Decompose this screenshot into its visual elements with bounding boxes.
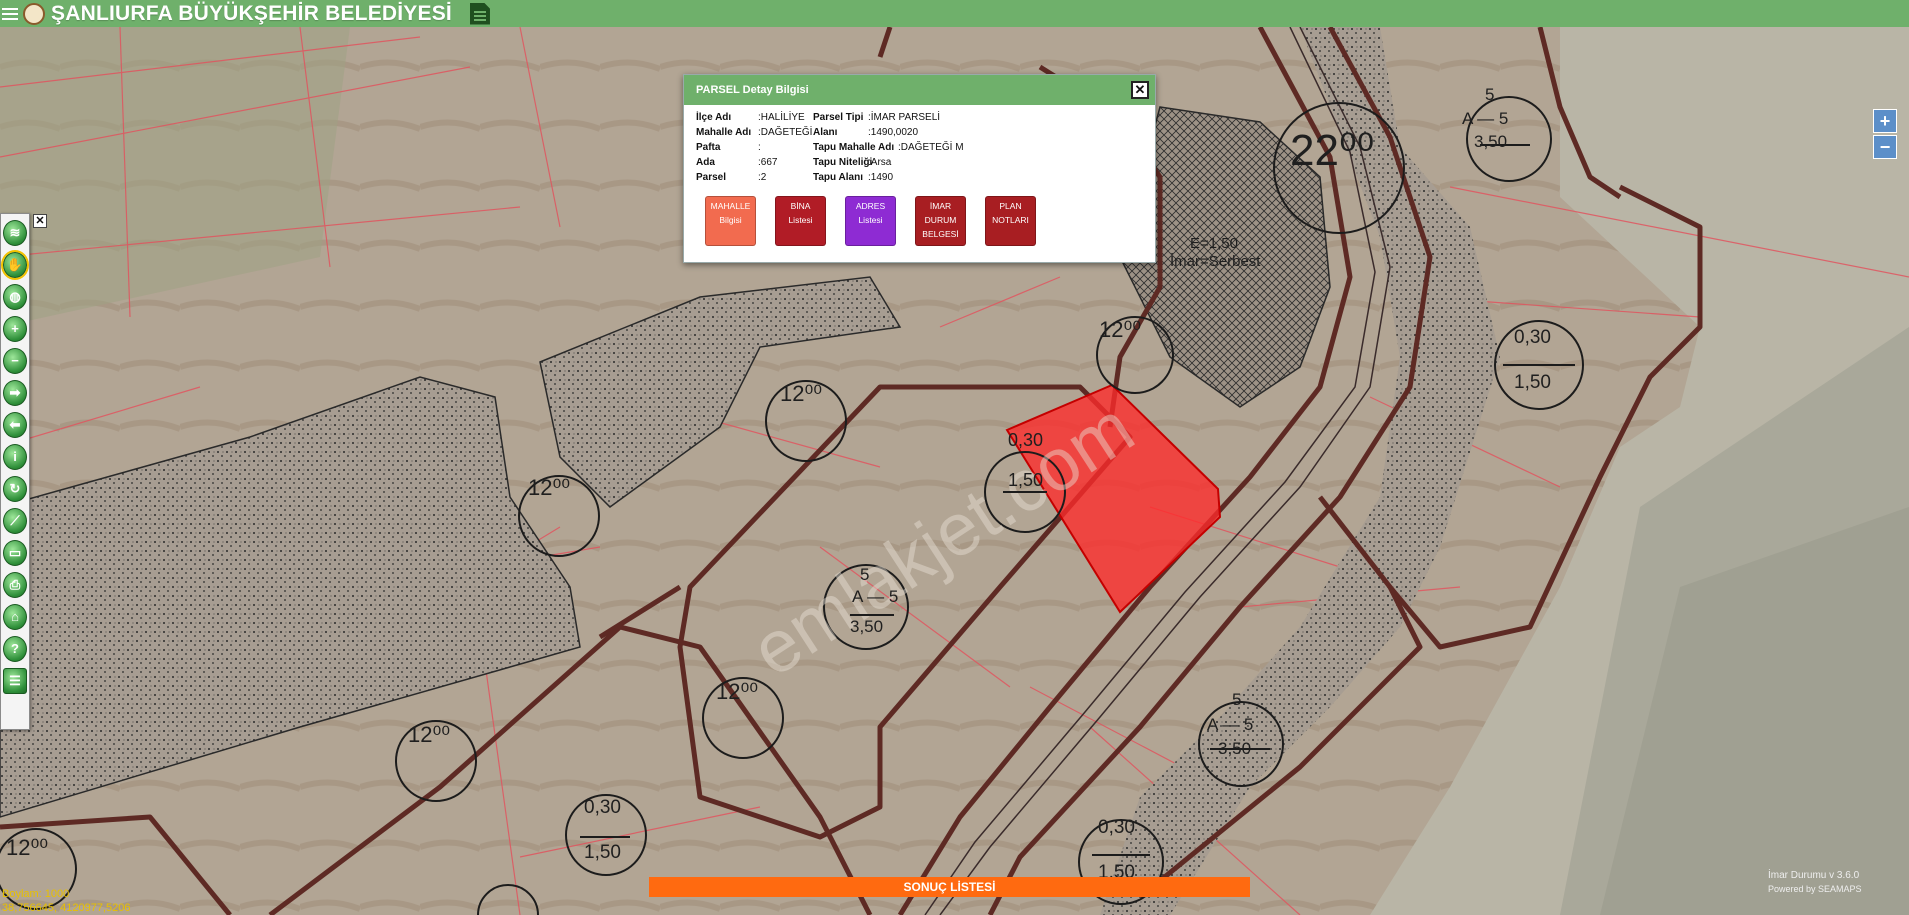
height-label: 12⁰⁰ bbox=[528, 475, 571, 500]
ratio-bottom: 1,50 bbox=[1514, 372, 1551, 393]
powered-label: Powered by SEAMAPS bbox=[1768, 884, 1862, 894]
measure-icon[interactable]: ⟋ bbox=[3, 508, 27, 534]
municipality-logo bbox=[23, 2, 45, 25]
button-label: DURUM bbox=[924, 215, 957, 225]
sonuc-listesi-button[interactable]: SONUÇ LİSTESİ bbox=[649, 877, 1250, 897]
ratio-top: 0,30 bbox=[1514, 327, 1551, 348]
button-label: MAHALLE bbox=[710, 201, 751, 211]
print-icon[interactable]: ⎙ bbox=[3, 572, 27, 598]
field-value: :İMAR PARSELİ bbox=[868, 112, 941, 123]
list-icon[interactable]: ☰ bbox=[3, 668, 27, 694]
popup-header: PARSEL Detay Bilgisi ✕ bbox=[684, 75, 1155, 105]
field-label: Tapu Alanı bbox=[813, 172, 863, 183]
close-icon[interactable]: ✕ bbox=[1131, 81, 1149, 99]
area-icon[interactable]: ▭ bbox=[3, 540, 27, 566]
floor-bottom: 3,50 bbox=[1218, 739, 1252, 758]
ratio-bottom: 1,50 bbox=[1008, 470, 1044, 490]
button-label: PLAN bbox=[999, 201, 1022, 211]
forward-icon[interactable]: ➡ bbox=[3, 380, 27, 406]
field-value: :HALİLİYE bbox=[758, 112, 805, 123]
back-icon[interactable]: ⬅ bbox=[3, 412, 27, 438]
floor-bottom: 3,50 bbox=[850, 617, 884, 636]
field-value: :DAĞETEĞİ M bbox=[898, 142, 964, 153]
height-label: 12⁰⁰ bbox=[6, 835, 49, 860]
tool-panel: ✕ ≋ ✋ ◍ + − ➡ ⬅ i ↻ ⟋ ▭ ⎙ ⌂ ? ☰ bbox=[0, 213, 47, 730]
zoom-control: + − bbox=[1873, 109, 1897, 159]
app-header: ŞANLIURFA BÜYÜKŞEHİR BELEDİYESİ bbox=[0, 0, 1909, 27]
ratio-top: 0,30 bbox=[1098, 817, 1135, 838]
version-label: İmar Durumu v 3.6.0 bbox=[1768, 870, 1860, 881]
height-label: 12⁰⁰ bbox=[1099, 317, 1142, 342]
button-label: Listesi bbox=[858, 215, 883, 225]
imar-durum-belgesi-button[interactable]: İMAR DURUM BELGESİ bbox=[915, 196, 966, 246]
document-icon[interactable] bbox=[469, 2, 490, 25]
ratio-top: 0,30 bbox=[1008, 430, 1044, 450]
plan-notlari-button[interactable]: PLAN NOTLARI bbox=[985, 196, 1036, 246]
button-label: BİNA bbox=[790, 201, 811, 211]
floor-top: 5 bbox=[860, 565, 870, 584]
button-label: NOTLARI bbox=[992, 215, 1029, 225]
layers-icon[interactable]: ≋ bbox=[3, 220, 27, 246]
button-label: İMAR bbox=[929, 201, 952, 211]
field-label: Tapu Niteliği bbox=[813, 157, 873, 168]
floor-bottom: 3,50 bbox=[1474, 132, 1508, 151]
location-icon[interactable]: ⌂ bbox=[3, 604, 27, 630]
field-value: :1490,0020 bbox=[868, 127, 919, 138]
floor-top: 5 bbox=[1485, 85, 1495, 104]
button-label: BELGESİ bbox=[922, 229, 959, 239]
floor-mid: A — 5 bbox=[852, 587, 899, 606]
popup-title: PARSEL Detay Bilgisi bbox=[696, 84, 809, 96]
field-label: Pafta bbox=[696, 142, 721, 153]
floor-mid: A — 5 bbox=[1207, 715, 1254, 734]
field-label: İlçe Adı bbox=[696, 112, 732, 123]
bina-listesi-button[interactable]: BİNA Listesi bbox=[775, 196, 826, 246]
zoom-in-icon[interactable]: + bbox=[3, 316, 27, 342]
field-label: Parsel bbox=[696, 172, 727, 183]
info-icon[interactable]: i bbox=[3, 444, 27, 470]
field-value: :DAĞETEĞİ bbox=[758, 127, 813, 138]
button-label: ADRES bbox=[855, 201, 886, 211]
zoom-out-button[interactable]: − bbox=[1873, 135, 1897, 159]
coordinate-readout: Boylam: 1000 bbox=[2, 888, 70, 900]
field-label: Parsel Tipi bbox=[813, 112, 864, 123]
floor-top: 5 bbox=[1232, 690, 1242, 709]
button-label: Listesi bbox=[788, 215, 813, 225]
globe-icon[interactable]: ◍ bbox=[3, 284, 27, 310]
emsal-label: E=1,50 bbox=[1190, 235, 1238, 252]
close-icon[interactable]: ✕ bbox=[33, 214, 47, 228]
height-label: 12⁰⁰ bbox=[408, 722, 451, 747]
imar-label: İmar=Serbest bbox=[1170, 253, 1261, 270]
menu-icon[interactable] bbox=[2, 7, 18, 20]
refresh-icon[interactable]: ↻ bbox=[3, 476, 27, 502]
height-label: 12⁰⁰ bbox=[716, 679, 759, 704]
pan-hand-icon[interactable]: ✋ bbox=[1, 250, 29, 280]
field-value: :2 bbox=[758, 172, 767, 183]
zoom-out-icon[interactable]: − bbox=[3, 348, 27, 374]
help-icon[interactable]: ? bbox=[3, 636, 27, 662]
field-value: : bbox=[758, 142, 761, 153]
field-value: :Arsa bbox=[868, 157, 892, 168]
coordinate-readout: 38,756645, 4120977,5206 bbox=[2, 902, 131, 914]
app-title: ŞANLIURFA BÜYÜKŞEHİR BELEDİYESİ bbox=[51, 1, 452, 25]
field-label: Ada bbox=[696, 157, 715, 168]
adres-listesi-button[interactable]: ADRES Listesi bbox=[845, 196, 896, 246]
zoom-in-button[interactable]: + bbox=[1873, 109, 1897, 133]
field-value: :667 bbox=[758, 157, 778, 168]
ratio-top: 0,30 bbox=[584, 797, 621, 818]
ratio-bottom: 1,50 bbox=[584, 842, 621, 863]
button-label: Bilgisi bbox=[719, 215, 742, 225]
mahalle-bilgisi-button[interactable]: MAHALLE Bilgisi bbox=[705, 196, 756, 246]
field-label: Alanı bbox=[813, 127, 838, 138]
field-value: :1490 bbox=[868, 172, 894, 183]
height-label-large: 22⁰⁰ bbox=[1290, 126, 1375, 175]
height-label: 12⁰⁰ bbox=[780, 381, 823, 406]
floor-mid: A — 5 bbox=[1462, 109, 1509, 128]
field-label: Tapu Mahalle Adı bbox=[813, 142, 895, 153]
field-label: Mahalle Adı bbox=[696, 127, 752, 138]
parcel-detail-popup: PARSEL Detay Bilgisi ✕ İlçe Adı :HALİLİYE… bbox=[683, 74, 1156, 263]
